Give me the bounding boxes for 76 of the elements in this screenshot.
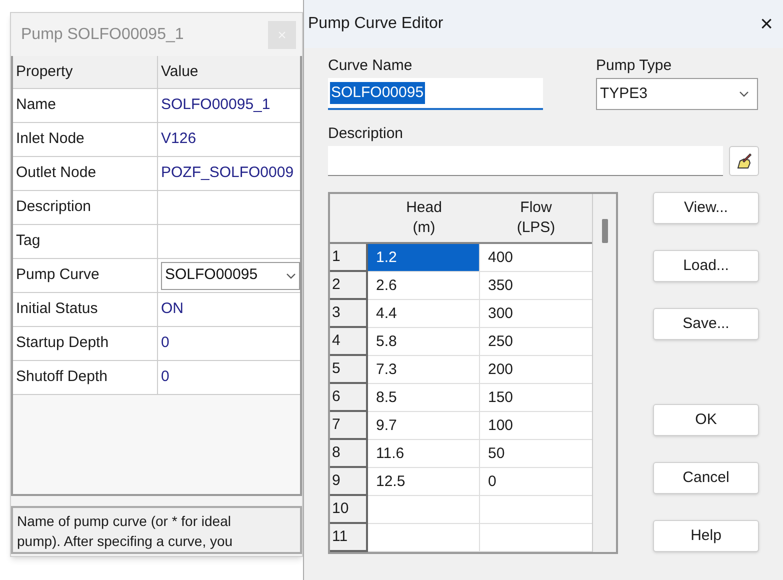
table-cell[interactable]: 0 [480, 468, 592, 496]
input-field[interactable] [328, 146, 723, 176]
property-label: Pump Curve [13, 259, 158, 292]
row-header[interactable]: 3 [330, 300, 368, 328]
property-value[interactable]: SOLFO00095_1 [158, 94, 274, 117]
dialog-button[interactable]: Load... [653, 250, 759, 282]
hint-text: Name of pump curve (or * for ideal pump). After specifing a curve, you [17, 512, 234, 551]
table-cell[interactable]: 1.2 [368, 244, 480, 272]
property-label: Description [13, 191, 158, 224]
table-cell[interactable]: 7.3 [368, 356, 480, 384]
table-cell[interactable]: 350 [480, 272, 592, 300]
property-label: Tag [13, 225, 158, 258]
table-cell[interactable]: 4.4 [368, 300, 480, 328]
row-header[interactable]: 11 [330, 524, 368, 552]
close-button[interactable]: × [758, 13, 775, 35]
dialog-button[interactable]: Save... [653, 308, 759, 340]
table-cell[interactable]: 400 [480, 244, 592, 272]
property-value[interactable]: 0 [158, 332, 172, 355]
property-label: Initial Status [13, 293, 158, 326]
property-value[interactable]: ON [158, 298, 186, 321]
table-cell[interactable]: 2.6 [368, 272, 480, 300]
field-label: Description [328, 124, 404, 144]
hand-pencil-icon [735, 152, 753, 170]
dialog-button[interactable]: Help [653, 520, 759, 552]
table-cell[interactable]: 150 [480, 384, 592, 412]
column-header[interactable]: Value [158, 56, 300, 88]
dialog-button[interactable]: Cancel [653, 462, 759, 494]
input-field[interactable]: SOLFO00095 [328, 78, 543, 110]
scrollbar-thumb[interactable] [602, 219, 608, 243]
table-cell[interactable]: 12.5 [368, 468, 480, 496]
column-header-text: Head [406, 198, 442, 218]
dropdown[interactable]: TYPE3 [596, 78, 758, 110]
table-cell[interactable] [368, 496, 480, 524]
row-header[interactable]: 9 [330, 468, 368, 496]
property-label: Shutoff Depth [13, 361, 158, 394]
table-cell[interactable]: 300 [480, 300, 592, 328]
chevron-down-icon [739, 91, 749, 97]
row-header[interactable]: 1 [330, 244, 368, 272]
table-cell[interactable] [480, 524, 592, 552]
dropdown[interactable]: SOLFO00095 [161, 262, 300, 290]
edit-button[interactable] [729, 146, 759, 176]
field-label: Pump Type [596, 56, 673, 76]
row-header[interactable]: 4 [330, 328, 368, 356]
property-label: Name [13, 89, 158, 122]
row-header[interactable]: 7 [330, 412, 368, 440]
dialog-button[interactable]: OK [653, 404, 759, 436]
property-label: Inlet Node [13, 123, 158, 156]
table-cell[interactable]: 200 [480, 356, 592, 384]
property-value[interactable]: V126 [158, 128, 200, 151]
table-cell[interactable]: 8.5 [368, 384, 480, 412]
table-cell[interactable] [368, 524, 480, 552]
table-cell[interactable]: 250 [480, 328, 592, 356]
property-label: Startup Depth [13, 327, 158, 360]
property-label: Outlet Node [13, 157, 158, 190]
table-cell[interactable]: 5.8 [368, 328, 480, 356]
column-unit: (m) [412, 218, 436, 238]
table-cell[interactable]: 50 [480, 440, 592, 468]
column-header[interactable]: Property [13, 56, 158, 88]
field-label: Curve Name [328, 56, 414, 76]
dialog-button[interactable]: View... [653, 192, 759, 224]
property-value[interactable]: POZF_SOLFO0009 [158, 162, 297, 185]
window-title: Pump Curve Editor [308, 14, 444, 34]
table-cell[interactable]: 9.7 [368, 412, 480, 440]
property-value[interactable]: 0 [158, 366, 172, 389]
row-header[interactable]: 10 [330, 496, 368, 524]
table-cell[interactable]: 100 [480, 412, 592, 440]
column-unit: (LPS) [516, 218, 556, 238]
column-header-text: Flow [520, 198, 552, 218]
row-header[interactable]: 5 [330, 356, 368, 384]
window-title: Pump SOLFO00095_1 [21, 24, 184, 44]
table-cell[interactable]: 11.6 [368, 440, 480, 468]
chevron-down-icon [286, 272, 296, 278]
row-header[interactable]: 6 [330, 384, 368, 412]
table-cell[interactable] [480, 496, 592, 524]
row-header[interactable]: 8 [330, 440, 368, 468]
row-header[interactable]: 2 [330, 272, 368, 300]
